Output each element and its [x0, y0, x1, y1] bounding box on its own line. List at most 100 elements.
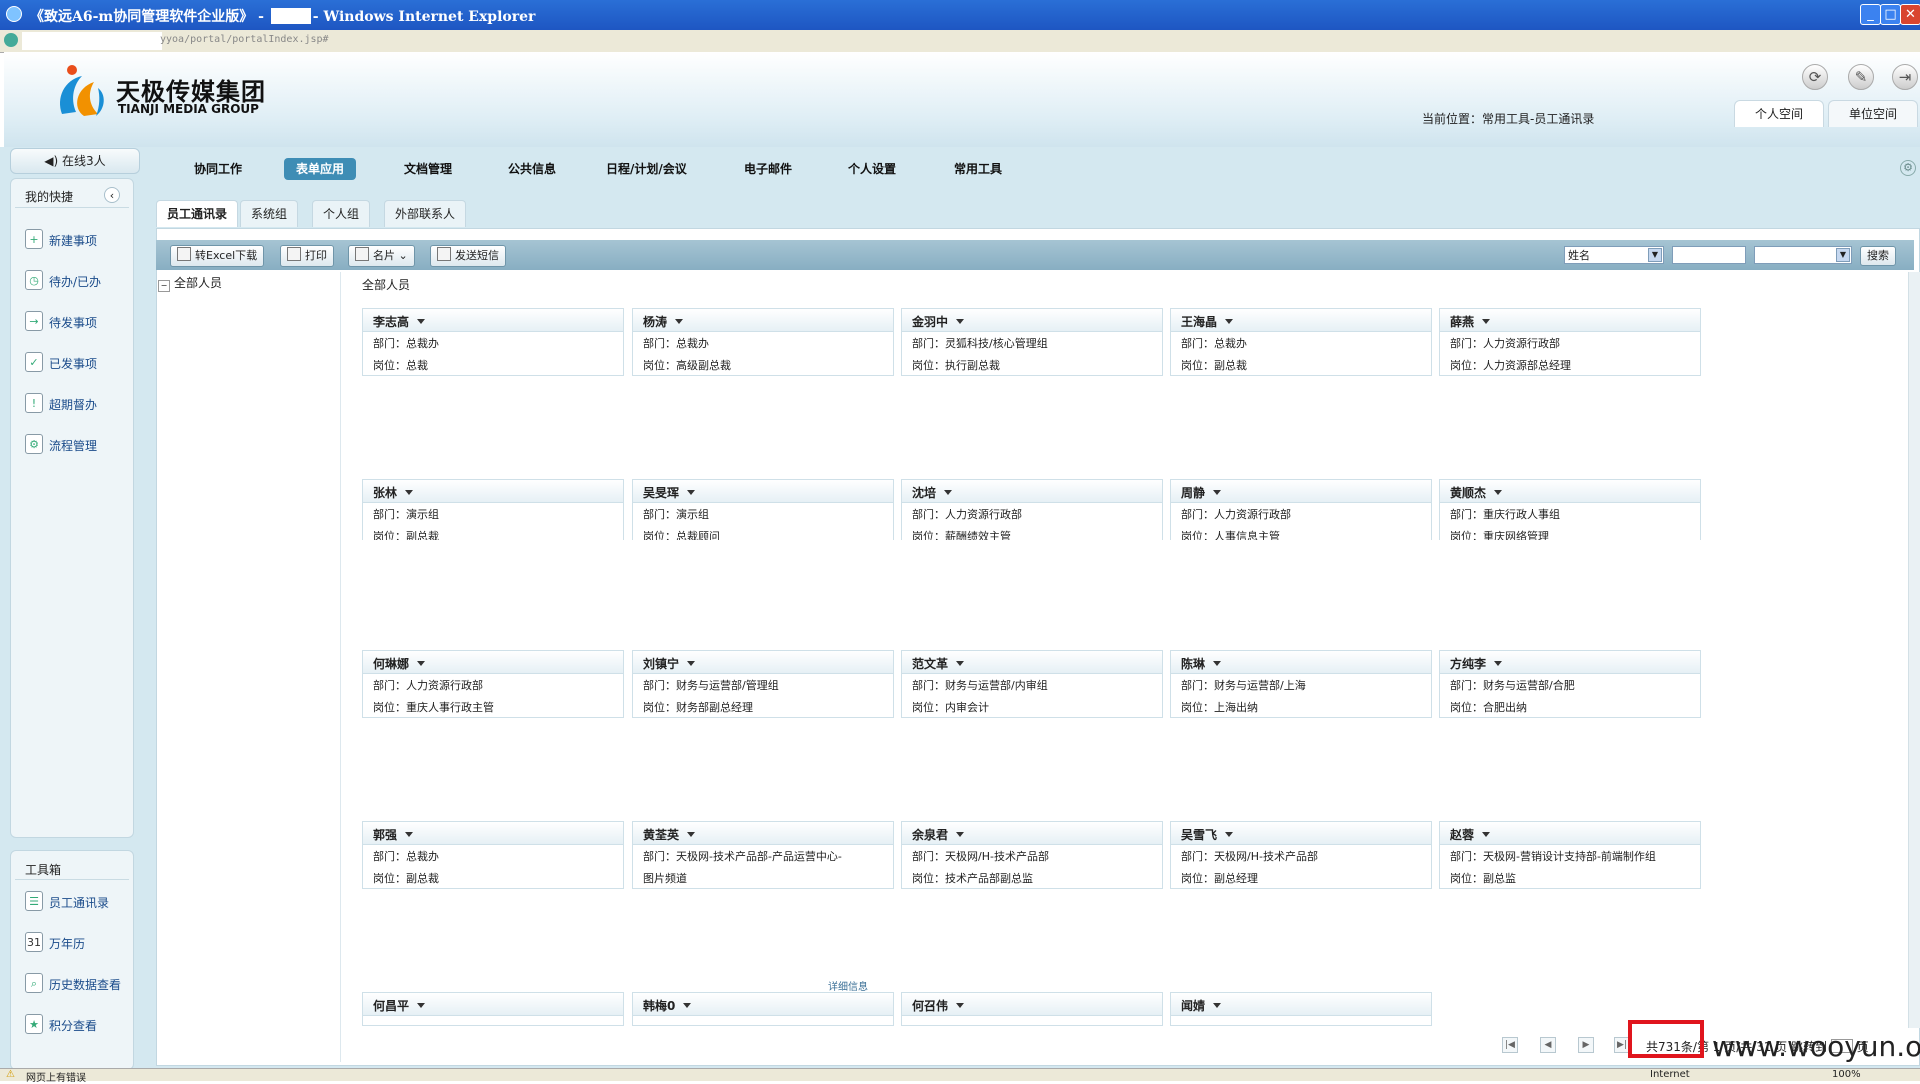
contact-card[interactable]: 赵蓉 部门：天极网-营销设计支持部-前端制作组 岗位：副总监	[1439, 821, 1701, 889]
chevron-down-icon[interactable]	[956, 1003, 965, 1008]
contact-card[interactable]: 陈琳 部门：财务与运营部/上海 岗位：上海出纳	[1170, 650, 1432, 718]
contact-card[interactable]: 吴旻珲 部门：演示组 岗位：总裁顾问	[632, 479, 894, 547]
contact-card[interactable]: 金羽中 部门：灵狐科技/核心管理组 岗位：执行副总裁	[901, 308, 1163, 376]
chevron-down-icon[interactable]	[687, 661, 696, 666]
chevron-down-icon[interactable]	[417, 319, 426, 324]
maximize-button[interactable]: □	[1880, 4, 1901, 25]
tool-item-points[interactable]: ★ 积分查看	[25, 1012, 125, 1038]
card-view-button[interactable]: 名片 ⌄	[348, 245, 415, 267]
contact-card[interactable]: 何昌平	[362, 992, 624, 1026]
chevron-down-icon[interactable]	[687, 832, 696, 837]
quick-item-pending[interactable]: → 待发事项	[25, 309, 125, 335]
search-input[interactable]	[1672, 246, 1746, 264]
quick-item-workflow[interactable]: ⚙ 流程管理	[25, 432, 125, 458]
chevron-down-icon[interactable]	[956, 661, 965, 666]
chevron-down-icon[interactable]	[1225, 319, 1234, 324]
minimize-button[interactable]: _	[1860, 4, 1881, 25]
contact-card[interactable]: 方纯李 部门：财务与运营部/合肥 岗位：合肥出纳	[1439, 650, 1701, 718]
gear-icon[interactable]: ⚙	[1900, 160, 1916, 176]
contact-name[interactable]: 郭强	[373, 826, 414, 843]
chevron-down-icon[interactable]	[944, 490, 953, 495]
contact-name[interactable]: 刘镇宁	[643, 655, 696, 672]
contact-name[interactable]: 闻婧	[1181, 997, 1222, 1014]
chevron-down-icon[interactable]	[683, 1003, 692, 1008]
next-page-button[interactable]: ▶	[1578, 1037, 1594, 1053]
send-sms-button[interactable]: 发送短信	[430, 245, 506, 267]
contact-name[interactable]: 韩梅0	[643, 997, 692, 1014]
prev-page-button[interactable]: ◀	[1540, 1037, 1556, 1053]
chevron-down-icon[interactable]	[1482, 319, 1491, 324]
quick-item-sent[interactable]: ✓ 已发事项	[25, 350, 125, 376]
search-field-select[interactable]: 姓名 ▼	[1564, 246, 1664, 264]
contact-card[interactable]: 黄荃英 部门：天极网-技术产品部-产品运营中心- 图片频道	[632, 821, 894, 889]
chevron-down-icon[interactable]	[405, 832, 414, 837]
first-page-button[interactable]: |◀	[1502, 1037, 1518, 1053]
excel-download-button[interactable]: 转Excel下载	[170, 245, 265, 267]
tab-external-contacts[interactable]: 外部联系人	[384, 200, 467, 227]
contact-card[interactable]: 范文革 部门：财务与运营部/内审组 岗位：内审会计	[901, 650, 1163, 718]
contact-name[interactable]: 吴雪飞	[1181, 826, 1234, 843]
contact-card[interactable]: 黄顺杰 部门：重庆行政人事组 岗位：重庆网络管理	[1439, 479, 1701, 547]
nav-documents[interactable]: 文档管理	[392, 158, 464, 180]
contact-name[interactable]: 杨涛	[643, 313, 684, 330]
chevron-down-icon[interactable]	[417, 1003, 426, 1008]
contact-card[interactable]: 李志高 部门：总裁办 岗位：总裁	[362, 308, 624, 376]
contact-card[interactable]: 闻婧	[1170, 992, 1432, 1026]
contact-name[interactable]: 黄顺杰	[1450, 484, 1503, 501]
contact-card[interactable]: 韩梅0	[632, 992, 894, 1026]
contact-name[interactable]: 王海晶	[1181, 313, 1234, 330]
nav-schedule[interactable]: 日程/计划/会议	[594, 158, 699, 180]
contact-name[interactable]: 余泉君	[912, 826, 965, 843]
tab-personal-group[interactable]: 个人组	[312, 200, 371, 227]
contact-card[interactable]: 刘镇宁 部门：财务与运营部/管理组 岗位：财务部副总经理	[632, 650, 894, 718]
chevron-down-icon[interactable]	[1494, 490, 1503, 495]
contact-name[interactable]: 李志高	[373, 313, 426, 330]
tool-item-address-book[interactable]: ☰ 员工通讯录	[25, 889, 125, 915]
tree-root-all-staff[interactable]: − 全部人员	[158, 274, 222, 292]
chevron-down-icon[interactable]	[1213, 1003, 1222, 1008]
online-users-button[interactable]: ◀) 在线3人	[10, 148, 140, 174]
address-input[interactable]	[22, 32, 162, 50]
contact-card[interactable]: 张林 部门：演示组 岗位：副总裁	[362, 479, 624, 547]
print-button[interactable]: 打印	[280, 245, 334, 267]
nav-public-info[interactable]: 公共信息	[496, 158, 568, 180]
tools-icon[interactable]: ✎	[1848, 64, 1874, 90]
search-option-select[interactable]: ▼	[1754, 246, 1852, 264]
contact-card[interactable]: 周静 部门：人力资源行政部 岗位：人事信息主管	[1170, 479, 1432, 547]
contact-name[interactable]: 陈琳	[1181, 655, 1222, 672]
contact-name[interactable]: 范文革	[912, 655, 965, 672]
nav-common-tools[interactable]: 常用工具	[942, 158, 1014, 180]
contact-name[interactable]: 薛燕	[1450, 313, 1491, 330]
contact-name[interactable]: 沈培	[912, 484, 953, 501]
contact-card[interactable]: 沈培 部门：人力资源行政部 岗位：薪酬绩效主管	[901, 479, 1163, 547]
tab-unit-space[interactable]: 单位空间	[1828, 100, 1918, 127]
contact-card[interactable]: 薛燕 部门：人力资源行政部 岗位：人力资源部总经理	[1439, 308, 1701, 376]
contact-name[interactable]: 张林	[373, 484, 414, 501]
chevron-down-icon[interactable]	[1213, 661, 1222, 666]
tab-system-group[interactable]: 系统组	[240, 200, 299, 227]
contact-name[interactable]: 方纯李	[1450, 655, 1503, 672]
tool-item-calendar[interactable]: 31 万年历	[25, 930, 125, 956]
chevron-down-icon[interactable]	[405, 490, 414, 495]
tab-employee-directory[interactable]: 员工通讯录	[156, 200, 239, 227]
chevron-down-icon[interactable]	[417, 661, 426, 666]
collapse-sidebar-button[interactable]: ‹	[104, 187, 120, 203]
contact-card[interactable]: 王海晶 部门：总裁办 岗位：副总裁	[1170, 308, 1432, 376]
contact-card[interactable]: 杨涛 部门：总裁办 岗位：高级副总裁	[632, 308, 894, 376]
contact-card[interactable]: 郭强 部门：总裁办 岗位：副总裁	[362, 821, 624, 889]
contact-name[interactable]: 赵蓉	[1450, 826, 1491, 843]
contact-name[interactable]: 周静	[1181, 484, 1222, 501]
nav-collaboration[interactable]: 协同工作	[182, 158, 254, 180]
logout-icon[interactable]: ⇥	[1892, 64, 1918, 90]
nav-personal-settings[interactable]: 个人设置	[836, 158, 908, 180]
close-button[interactable]: ✕	[1900, 4, 1920, 25]
contact-name[interactable]: 吴旻珲	[643, 484, 696, 501]
chevron-down-icon[interactable]	[956, 832, 965, 837]
quick-item-todo[interactable]: ◷ 待办/已办	[25, 268, 125, 294]
chevron-down-icon[interactable]	[675, 319, 684, 324]
quick-item-overdue[interactable]: ! 超期督办	[25, 391, 125, 417]
contact-card[interactable]: 吴雪飞 部门：天极网/H-技术产品部 岗位：副总经理	[1170, 821, 1432, 889]
nav-email[interactable]: 电子邮件	[732, 158, 804, 180]
contact-name[interactable]: 金羽中	[912, 313, 965, 330]
contact-name[interactable]: 何昌平	[373, 997, 426, 1014]
